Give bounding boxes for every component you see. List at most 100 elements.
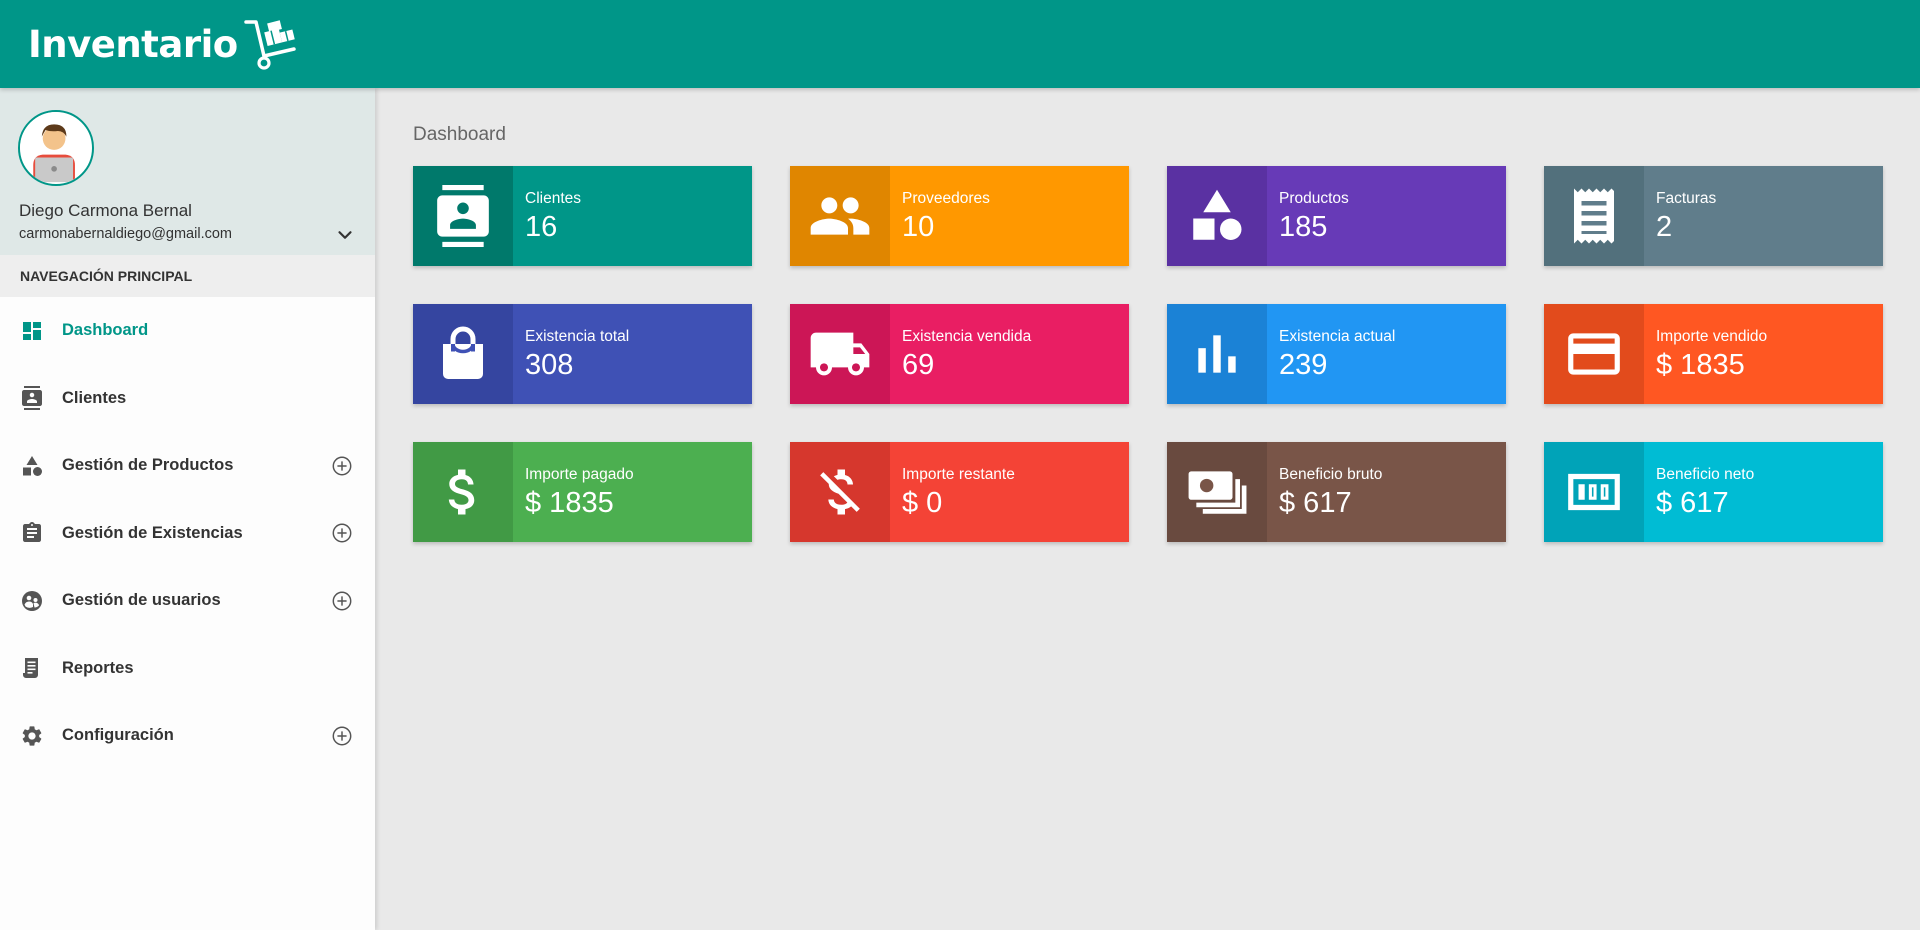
sidebar-item-reportes[interactable]: Reportes: [0, 635, 375, 703]
sidebar-item-label: Configuración: [62, 726, 174, 745]
card-existencia-actual[interactable]: Existencia actual 239: [1167, 304, 1506, 404]
brand-name: Inventario: [28, 22, 238, 66]
card-value: 308: [525, 349, 574, 381]
chevron-down-icon[interactable]: [334, 224, 356, 246]
card-clientes[interactable]: Clientes 16: [413, 166, 752, 266]
card-value: $ 1835: [525, 487, 614, 519]
card-title: Productos: [1279, 190, 1349, 207]
card-body: Productos 185: [1267, 166, 1506, 266]
sidebar-item-dashboard[interactable]: Dashboard: [0, 297, 375, 365]
sidebar-item-label: Gestión de usuarios: [62, 591, 221, 610]
card-value: $ 617: [1656, 487, 1729, 519]
card-body: Importe vendido $ 1835: [1644, 304, 1883, 404]
card-importe-pagado[interactable]: Importe pagado $ 1835: [413, 442, 752, 542]
card-title: Beneficio neto: [1656, 466, 1755, 483]
card-proveedores[interactable]: Proveedores 10: [790, 166, 1129, 266]
dashboard-icon: [19, 318, 44, 343]
sidebar: Diego Carmona Bernal carmonabernaldiego@…: [0, 88, 375, 930]
contact-card-icon: [413, 166, 513, 266]
card-beneficio-neto[interactable]: Beneficio neto $ 617: [1544, 442, 1883, 542]
card-title: Beneficio bruto: [1279, 466, 1383, 483]
receipt-icon: [19, 656, 44, 681]
card-value: 16: [525, 211, 558, 243]
credit-card-icon: [1544, 304, 1644, 404]
user-email: carmonabernaldiego@gmail.com: [19, 226, 232, 242]
people-icon: [790, 166, 890, 266]
category-icon: [19, 453, 44, 478]
top-bar: Inventario: [0, 0, 1920, 88]
card-body: Existencia actual 239: [1267, 304, 1506, 404]
shopping-bag-icon: [413, 304, 513, 404]
nav-header: NAVEGACIÓN PRINCIPAL: [0, 255, 375, 297]
card-title: Clientes: [525, 190, 581, 207]
card-title: Importe restante: [902, 466, 1015, 483]
sidebar-item-productos[interactable]: Gestión de Productos: [0, 432, 375, 500]
card-title: Existencia total: [525, 328, 630, 345]
card-value: 239: [1279, 349, 1328, 381]
card-body: Clientes 16: [513, 166, 752, 266]
card-title: Existencia vendida: [902, 328, 1032, 345]
page-title: Dashboard: [413, 124, 506, 145]
card-body: Facturas 2: [1644, 166, 1883, 266]
card-value: 185: [1279, 211, 1328, 243]
card-existencia-vendida[interactable]: Existencia vendida 69: [790, 304, 1129, 404]
gear-icon: [19, 723, 44, 748]
card-title: Facturas: [1656, 190, 1717, 207]
sidebar-item-existencias[interactable]: Gestión de Existencias: [0, 500, 375, 568]
card-title: Importe pagado: [525, 466, 634, 483]
user-name: Diego Carmona Bernal: [19, 201, 192, 220]
card-value: 2: [1656, 211, 1673, 243]
card-value: 10: [902, 211, 935, 243]
contacts-icon: [19, 386, 44, 411]
card-body: Importe pagado $ 1835: [513, 442, 752, 542]
clipboard-icon: [19, 521, 44, 546]
shapes-icon: [1167, 166, 1267, 266]
sidebar-item-label: Gestión de Productos: [62, 456, 234, 475]
users-globe-icon: [19, 588, 44, 613]
card-beneficio-bruto[interactable]: Beneficio bruto $ 617: [1167, 442, 1506, 542]
stats-grid: Clientes 16 Proveedores 10 Productos 185…: [413, 166, 1883, 542]
sidebar-item-configuracion[interactable]: Configuración: [0, 702, 375, 770]
sidebar-item-usuarios[interactable]: Gestión de usuarios: [0, 567, 375, 635]
expand-plus-icon[interactable]: [331, 590, 353, 612]
card-value: $ 617: [1279, 487, 1352, 519]
sidebar-item-label: Reportes: [62, 658, 134, 677]
card-body: Beneficio neto $ 617: [1644, 442, 1883, 542]
sidebar-item-label: Clientes: [62, 388, 127, 407]
money-bill-icon: [1544, 442, 1644, 542]
card-importe-restante[interactable]: Importe restante $ 0: [790, 442, 1129, 542]
user-avatar-icon: [20, 112, 89, 183]
card-value: $ 1835: [1656, 349, 1745, 381]
card-existencia-total[interactable]: Existencia total 308: [413, 304, 752, 404]
card-productos[interactable]: Productos 185: [1167, 166, 1506, 266]
card-title: Existencia actual: [1279, 328, 1396, 345]
sidebar-item-label: Dashboard: [62, 321, 149, 340]
card-body: Existencia vendida 69: [890, 304, 1129, 404]
card-body: Importe restante $ 0: [890, 442, 1129, 542]
dollar-icon: [413, 442, 513, 542]
user-info-panel: Diego Carmona Bernal carmonabernaldiego@…: [0, 88, 375, 255]
card-importe-vendido[interactable]: Importe vendido $ 1835: [1544, 304, 1883, 404]
card-facturas[interactable]: Facturas 2: [1544, 166, 1883, 266]
sidebar-item-label: Gestión de Existencias: [62, 523, 243, 542]
card-body: Beneficio bruto $ 617: [1267, 442, 1506, 542]
money-stack-icon: [1167, 442, 1267, 542]
card-body: Proveedores 10: [890, 166, 1129, 266]
truck-icon: [790, 304, 890, 404]
card-title: Importe vendido: [1656, 328, 1768, 345]
expand-plus-icon[interactable]: [331, 725, 353, 747]
money-off-icon: [790, 442, 890, 542]
card-value: 69: [902, 349, 935, 381]
receipt-icon: [1544, 166, 1644, 266]
bar-chart-icon: [1167, 304, 1267, 404]
card-body: Existencia total 308: [513, 304, 752, 404]
main-nav: Dashboard Clientes Gestión de Productos …: [0, 297, 375, 770]
hand-truck-icon: [243, 20, 296, 70]
avatar[interactable]: [18, 110, 94, 186]
expand-plus-icon[interactable]: [331, 522, 353, 544]
expand-plus-icon[interactable]: [331, 455, 353, 477]
sidebar-item-clientes[interactable]: Clientes: [0, 365, 375, 433]
brand-logo[interactable]: Inventario: [28, 16, 300, 72]
card-value: $ 0: [902, 487, 943, 519]
card-title: Proveedores: [902, 190, 990, 207]
